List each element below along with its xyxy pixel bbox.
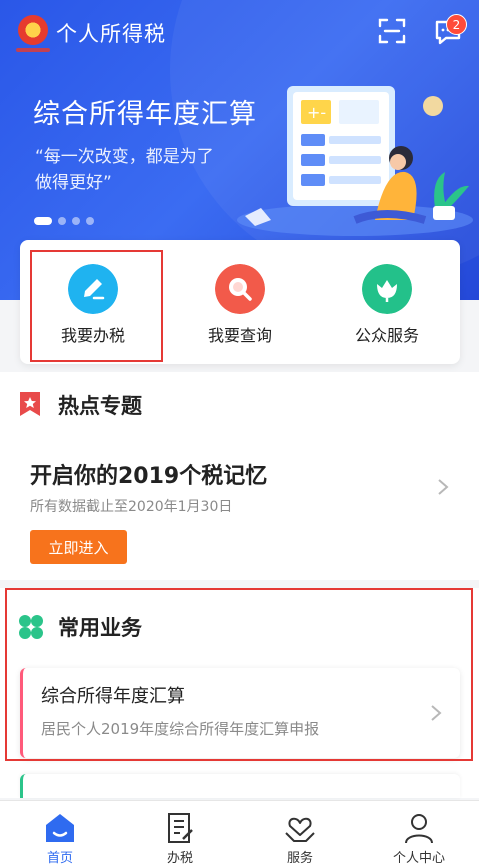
business-item-title: 综合所得年度汇算	[41, 686, 185, 707]
scan-icon[interactable]	[378, 17, 406, 45]
tab-personal-center[interactable]: 个人中心	[359, 801, 479, 868]
tab-label: 办税	[166, 851, 193, 866]
service-flower-icon	[362, 264, 412, 314]
clover-icon	[19, 615, 43, 639]
heart-hands-icon	[285, 817, 315, 842]
banner-title: 综合所得年度汇算	[33, 99, 257, 130]
message-badge: 2	[446, 14, 467, 35]
carousel-dot[interactable]	[58, 217, 66, 225]
carousel-indicator[interactable]	[34, 217, 94, 225]
quick-action-handle-tax[interactable]: 我要办税	[20, 240, 166, 364]
business-item-description: 居民个人2019年度综合所得年度汇算申报	[41, 720, 320, 738]
search-icon	[215, 264, 265, 314]
app-title: 个人所得税	[56, 22, 166, 46]
hot-topics-section: 热点专题 开启你的2019个税记忆 所有数据截止至2020年1月30日 立即进入	[0, 372, 479, 580]
user-icon	[405, 814, 433, 844]
quick-action-query[interactable]: 我要查询	[167, 240, 313, 364]
tab-label: 服务	[286, 851, 313, 866]
enter-now-button[interactable]: 立即进入	[30, 530, 127, 564]
quick-actions-card: 我要办税 我要查询 公众服务	[20, 240, 460, 364]
quick-action-public-service[interactable]: 公众服务	[314, 240, 460, 364]
quick-action-label: 我要查询	[207, 326, 272, 345]
carousel-dot[interactable]	[86, 217, 94, 225]
common-business-title: 常用业务	[58, 616, 142, 640]
hot-topics-title: 热点专题	[58, 394, 142, 418]
tax-emblem-icon	[18, 15, 48, 45]
hot-topic-note: 所有数据截止至2020年1月30日	[30, 499, 233, 515]
tab-tax[interactable]: 办税	[120, 801, 240, 868]
edit-icon	[68, 264, 118, 314]
carousel-dot[interactable]	[72, 217, 80, 225]
chevron-right-icon	[438, 479, 449, 495]
hot-topic-headline: 开启你的2019个税记忆	[30, 464, 268, 489]
tax-filing-illustration: +-	[237, 86, 473, 236]
banner-subtitle-line2: 做得更好”	[35, 173, 112, 193]
bookmark-star-icon	[20, 392, 40, 416]
quick-action-label: 公众服务	[354, 326, 419, 345]
bottom-tab-bar: 首页 办税 服务 个人中心	[0, 800, 479, 868]
top-bar: 个人所得税 2	[0, 0, 479, 66]
tab-label: 首页	[46, 851, 73, 866]
hot-topic-item[interactable]: 开启你的2019个税记忆 所有数据截止至2020年1月30日	[0, 442, 479, 522]
emblem-caption-icon	[16, 48, 50, 52]
home-icon	[46, 814, 74, 842]
tax-doc-icon	[168, 813, 193, 843]
chevron-right-icon	[431, 705, 442, 721]
tab-label: 个人中心	[392, 851, 445, 866]
svg-text:+-: +-	[307, 103, 326, 122]
banner-subtitle-line1: “每一次改变，都是为了	[35, 147, 214, 167]
business-item-next[interactable]	[20, 774, 460, 798]
quick-action-label: 我要办税	[60, 326, 125, 345]
tab-service[interactable]: 服务	[240, 801, 360, 868]
carousel-dot[interactable]	[34, 217, 52, 225]
common-business-section: 常用业务 综合所得年度汇算 居民个人2019年度综合所得年度汇算申报	[0, 588, 479, 798]
business-item-annual-settlement[interactable]: 综合所得年度汇算 居民个人2019年度综合所得年度汇算申报	[20, 668, 460, 758]
tab-home[interactable]: 首页	[0, 801, 120, 868]
